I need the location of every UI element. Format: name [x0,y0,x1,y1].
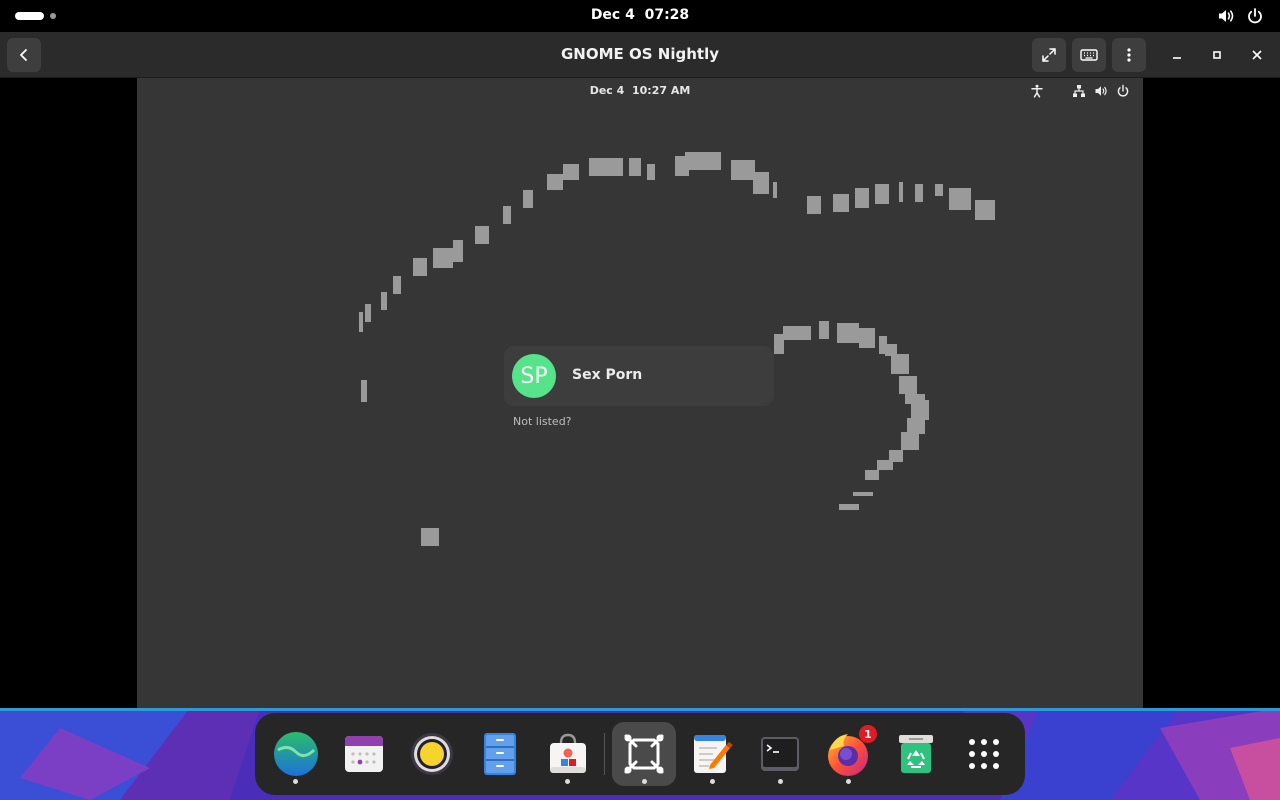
host-clock[interactable]: Dec 4 07:28 [0,7,1280,23]
vm-top-bar: Dec 4 10:27 AM [137,78,1143,104]
notification-badge: 1 [859,725,877,743]
host-date: Dec 4 [590,7,635,23]
keyboard-icon [1080,49,1098,61]
dock-app-boxes[interactable] [612,722,676,786]
terminal-icon [761,737,799,771]
volume-icon[interactable] [1094,84,1108,98]
power-icon[interactable] [1246,7,1264,25]
vm-display[interactable]: Dec 4 10:27 AM SP Sex Porn Not listed? [137,78,1143,708]
dock-app-terminal[interactable] [748,722,812,786]
dock-app-text-editor[interactable] [680,722,744,786]
maximize-icon [1213,51,1221,59]
user-list-item[interactable]: SP Sex Porn [504,346,774,406]
vm-time: 10:27 AM [631,84,691,97]
dock-separator [604,733,605,775]
dock-app-files[interactable] [468,722,532,786]
dock-app-trash[interactable] [884,722,948,786]
app-grid-icon [969,739,999,769]
user-avatar: SP [512,354,556,398]
close-button[interactable] [1240,38,1274,72]
recycle-icon [899,735,933,773]
network-icon[interactable] [1072,84,1086,98]
calendar-icon [345,736,383,772]
show-apps-button[interactable] [952,722,1016,786]
dock-app-software[interactable] [536,722,600,786]
dock: 1 [255,713,1025,795]
running-indicator [846,779,851,784]
dock-app-web[interactable] [264,722,328,786]
running-indicator [710,779,715,784]
vm-clock[interactable]: Dec 4 10:27 AM [137,84,1143,97]
not-listed-button[interactable]: Not listed? [513,415,572,428]
vm-date: Dec 4 [589,84,625,97]
running-indicator [565,779,570,784]
dock-app-firefox[interactable]: 1 [816,722,880,786]
keyboard-button[interactable] [1072,38,1106,72]
volume-icon[interactable] [1217,7,1235,25]
host-time: 07:28 [644,7,690,23]
shopping-bag-icon [550,733,586,773]
accessibility-icon[interactable] [1030,84,1044,98]
kebab-menu-icon [1127,48,1131,62]
menu-button[interactable] [1112,38,1146,72]
window-header-bar: GNOME OS Nightly [0,32,1280,78]
maximize-button[interactable] [1200,38,1234,72]
close-icon [1252,50,1262,60]
running-indicator [293,779,298,784]
power-icon[interactable] [1116,84,1130,98]
speaker-icon [411,733,453,775]
fullscreen-button[interactable] [1032,38,1066,72]
host-top-bar: Dec 4 07:28 [0,0,1280,32]
fullscreen-icon [1042,48,1056,62]
boxes-icon [624,734,664,774]
user-name: Sex Porn [572,367,643,383]
running-indicator [642,779,647,784]
globe-icon [274,732,318,776]
text-editor-icon [694,735,733,773]
running-indicator [778,779,783,784]
file-cabinet-icon [484,733,516,775]
minimize-icon [1173,57,1181,59]
minimize-button[interactable] [1160,38,1194,72]
dock-app-calendar[interactable] [332,722,396,786]
dock-app-rhythmbox[interactable] [400,722,464,786]
